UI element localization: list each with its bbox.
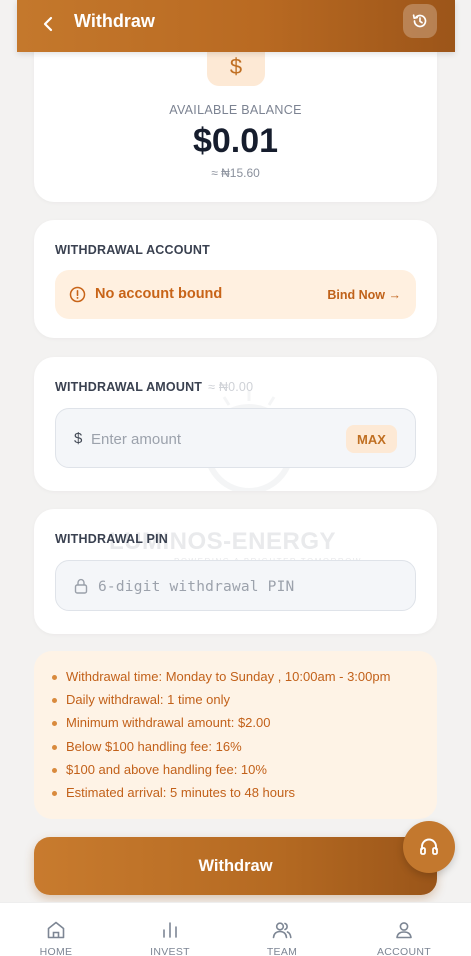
withdrawal-account-title: WITHDRAWAL ACCOUNT [55, 243, 210, 257]
withdrawal-rules-notice: Withdrawal time: Monday to Sunday , 10:0… [34, 651, 437, 819]
nav-home-label: HOME [39, 946, 73, 956]
home-icon [47, 921, 65, 939]
rules-list: Withdrawal time: Monday to Sunday , 10:0… [52, 669, 390, 808]
withdrawal-pin-card: LUMINOS-ENERGY POWERING A BRIGHTER TOMOR… [34, 509, 437, 634]
warning-icon [69, 286, 86, 303]
balance-value: $0.01 [192, 122, 279, 160]
balance-label: AVAILABLE BALANCE [169, 103, 302, 117]
withdrawal-amount-card: WITHDRAWAL AMOUNT≈ ₦0.00 $ MAX [34, 357, 437, 491]
headset-icon [420, 838, 438, 855]
lock-icon [74, 578, 88, 594]
rule-item: Below $100 handling fee: 16% [52, 739, 390, 762]
pin-field[interactable] [55, 560, 416, 611]
nav-team-label: TEAM [266, 946, 298, 956]
balance-naira: ≈ ₦15.60 [211, 166, 260, 180]
pin-input[interactable] [98, 574, 378, 600]
nav-home[interactable]: HOME [9, 903, 103, 956]
nav-account-label: ACCOUNT [376, 946, 431, 956]
history-button[interactable] [403, 4, 437, 38]
rule-item: Estimated arrival: 5 minutes to 48 hours [52, 785, 390, 808]
withdraw-submit-button[interactable]: Withdraw [34, 837, 437, 895]
nav-team[interactable]: TEAM [235, 903, 329, 956]
max-button[interactable]: MAX [346, 425, 397, 453]
history-icon [412, 14, 427, 28]
currency-prefix: $ [74, 430, 83, 447]
rule-item: Withdrawal time: Monday to Sunday , 10:0… [52, 669, 390, 692]
amount-naira-hint: ≈ ₦0.00 [208, 380, 254, 394]
back-button[interactable] [37, 12, 61, 36]
page-title: Withdraw [74, 11, 155, 31]
chevron-left-icon [43, 16, 53, 32]
dollar-icon: $ [207, 48, 265, 86]
nav-account[interactable]: ACCOUNT [357, 903, 451, 956]
withdrawal-pin-title: WITHDRAWAL PIN [55, 532, 168, 546]
account-status: No account bound [95, 286, 223, 302]
nav-invest-label: INVEST [150, 946, 190, 956]
withdrawal-amount-title: WITHDRAWAL AMOUNT ≈ ₦0.00 [55, 380, 254, 394]
bind-now-link[interactable]: Bind Now → [327, 288, 401, 302]
amount-input[interactable] [91, 426, 331, 452]
rule-item: Daily withdrawal: 1 time only [52, 692, 390, 715]
rule-item: Minimum withdrawal amount: $2.00 [52, 715, 390, 738]
app-header: Withdraw [17, 0, 455, 52]
support-button[interactable] [403, 821, 455, 873]
bar-chart-icon [163, 922, 177, 938]
amount-field[interactable]: $ MAX [55, 408, 416, 468]
withdrawal-account-card: WITHDRAWAL ACCOUNT No account bound Bind… [34, 220, 437, 338]
user-icon [396, 922, 412, 939]
bottom-nav: HOME INVEST TEAM ACCOUNT [0, 902, 471, 956]
bind-account-banner[interactable]: No account bound Bind Now → [55, 270, 416, 319]
rule-item: $100 and above handling fee: 10% [52, 762, 390, 785]
nav-invest[interactable]: INVEST [123, 903, 217, 956]
team-icon [272, 922, 292, 939]
